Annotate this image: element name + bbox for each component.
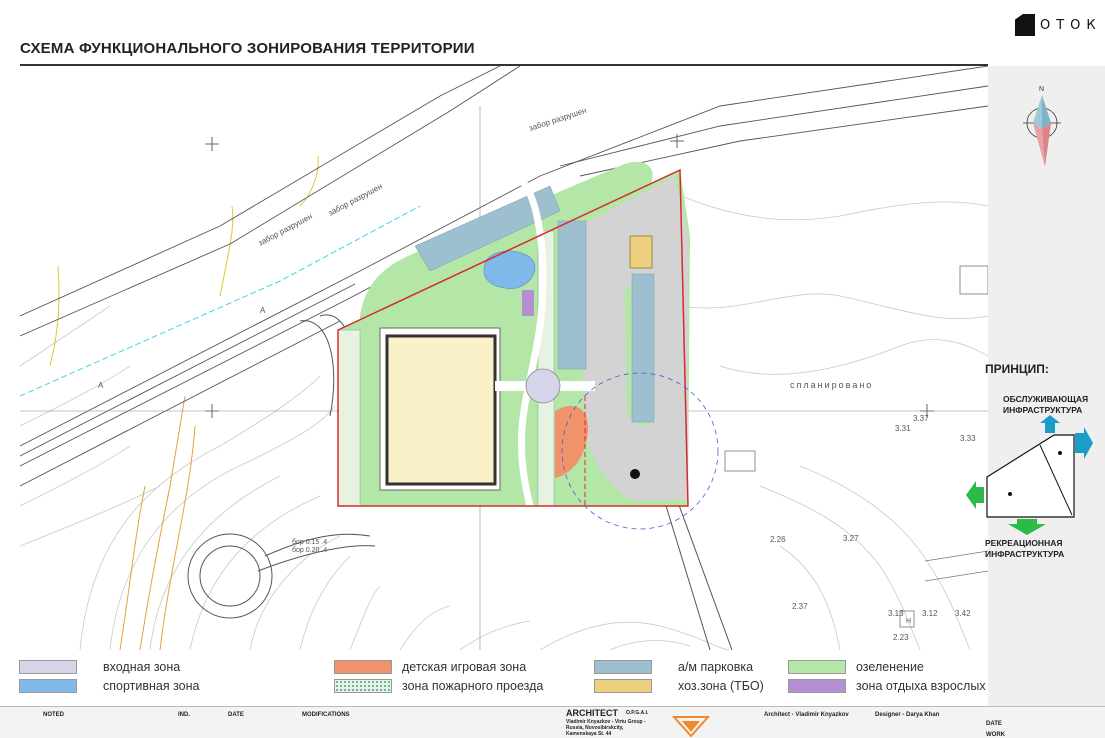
plan-level-7: 3.12 bbox=[922, 609, 938, 618]
title-block-date: DATE bbox=[228, 712, 244, 718]
plan-level-9: 2.37 bbox=[792, 602, 808, 611]
zone-parking-east bbox=[631, 273, 655, 423]
title-block-designer: Designer - Darya Khan bbox=[875, 712, 940, 718]
compass-north-label: N bbox=[1039, 86, 1044, 93]
plan-road-note-2: бор 0.20 .4 bbox=[292, 546, 327, 554]
legend-item: зона отдыха взрослых bbox=[788, 677, 986, 695]
legend-swatch bbox=[19, 679, 77, 693]
arrow-right-blue-icon bbox=[1075, 427, 1093, 459]
legend-label: зона пожарного проезда bbox=[402, 679, 544, 693]
legend-item: а/м парковка bbox=[594, 658, 753, 676]
zone-adult-rest bbox=[522, 290, 534, 316]
title-block-work-right: WORK bbox=[986, 732, 1005, 738]
plan-level-6: 3.13 bbox=[888, 609, 904, 618]
principle-recreation-label: РЕКРЕАЦИОННАЯ ИНФРАСТРУКТУРА bbox=[985, 538, 1064, 560]
principle-service-label: ОБСЛУЖИВАЮЩАЯ ИНФРАСТРУКТУРА bbox=[1003, 394, 1088, 416]
principle-service-label-line-1: ОБСЛУЖИВАЮЩАЯ bbox=[1003, 394, 1089, 404]
legend-label: хоз.зона (ТБО) bbox=[678, 679, 764, 693]
title-block-noted: NOTED bbox=[43, 712, 64, 718]
legend-item: спортивная зона bbox=[19, 677, 200, 695]
title-block-ind: IND. bbox=[178, 712, 190, 718]
legend-label: а/м парковка bbox=[678, 660, 754, 674]
legend-label: зона отдыха взрослых bbox=[856, 679, 986, 693]
logo-mark-icon bbox=[1015, 14, 1035, 36]
plan-level-2: 3.31 bbox=[895, 424, 911, 433]
plan-label-fence-3: забор разрушен bbox=[528, 106, 588, 133]
plan-label-planned: спланировано bbox=[790, 380, 873, 390]
arrow-down-green-icon bbox=[1008, 519, 1046, 535]
legend-item: хоз.зона (ТБО) bbox=[594, 677, 764, 695]
zone-sport-field bbox=[385, 334, 497, 486]
plan-label-fence-1: забор разрушен bbox=[257, 212, 314, 248]
legend-swatch bbox=[788, 660, 846, 674]
legend-swatch bbox=[594, 660, 652, 674]
zone-fire-lane-west bbox=[337, 329, 361, 507]
firm-logo-icon bbox=[672, 716, 710, 737]
legend-swatch bbox=[19, 660, 77, 674]
plan-mark-a1: А bbox=[98, 381, 104, 390]
title-block-architect-sub: O.P.G.A.I. bbox=[626, 710, 649, 716]
driveway bbox=[659, 485, 733, 650]
header: СХЕМА ФУНКЦИОНАЛЬНОГО ЗОНИРОВАНИЯ ТЕРРИТ… bbox=[0, 0, 1105, 66]
legend-label: входная зона bbox=[103, 660, 181, 674]
legend-swatch bbox=[334, 660, 392, 674]
title-block-modifications: MODIFICATIONS bbox=[302, 712, 350, 718]
legend-item: детская игровая зона bbox=[334, 658, 526, 676]
title-block-date-right: DATE bbox=[986, 721, 1002, 727]
plan-level-10: 2.23 bbox=[893, 633, 909, 642]
title-block: NOTED IND. DATE MODIFICATIONS ARCHITECT … bbox=[0, 706, 1105, 738]
principle-title: ПРИНЦИП: bbox=[985, 362, 1049, 376]
plan-level-8: 3.42 bbox=[955, 609, 971, 618]
legend-item: зона пожарного проезда bbox=[334, 677, 543, 695]
zone-waste bbox=[629, 235, 653, 269]
page-title: СХЕМА ФУНКЦИОНАЛЬНОГО ЗОНИРОВАНИЯ ТЕРРИТ… bbox=[20, 40, 475, 57]
title-block-architect-name: Architect - Vladimir Knyazkov bbox=[764, 712, 849, 718]
zone-parking-west bbox=[557, 220, 587, 370]
principle-diagram bbox=[966, 415, 1093, 535]
site-plan-drawing: забор разрушен забор разрушен забор разр… bbox=[20, 66, 988, 650]
plan-mark-h: Н bbox=[906, 618, 911, 625]
plan-road-note: бор 0.15 .4 bbox=[292, 538, 327, 546]
legend-swatch bbox=[594, 679, 652, 693]
waste-point-icon bbox=[630, 469, 640, 479]
legend-item: озеленение bbox=[788, 658, 924, 676]
zone-entrance bbox=[525, 368, 561, 404]
plan-level-5: 2.26 bbox=[770, 535, 786, 544]
plan-mark-a2: А bbox=[260, 306, 266, 315]
legend-swatch bbox=[788, 679, 846, 693]
logo-text: ОТОК bbox=[1040, 18, 1102, 33]
legend-swatch bbox=[334, 679, 392, 693]
brand-logo: ОТОК bbox=[1015, 14, 1096, 40]
legend: входная зона спортивная зона детская игр… bbox=[0, 650, 988, 706]
title-block-architect: ARCHITECT bbox=[566, 708, 618, 718]
arrow-up-blue-icon bbox=[1040, 415, 1060, 433]
site-plan: забор разрушен забор разрушен забор разр… bbox=[20, 66, 988, 650]
plan-level-1: 3.37 bbox=[913, 414, 929, 423]
building-outlines bbox=[724, 265, 988, 628]
plan-level-4: 3.27 bbox=[843, 534, 859, 543]
plan-label-fence-2: забор разрушен bbox=[327, 182, 384, 218]
principle-recreation-label-line-1: РЕКРЕАЦИОННАЯ bbox=[985, 538, 1063, 548]
title-block-architect-line-3: Kamenskaya St. 44 bbox=[566, 731, 612, 737]
legend-label: детская игровая зона bbox=[402, 660, 527, 674]
legend-label: озеленение bbox=[856, 660, 924, 674]
site-zones bbox=[337, 161, 719, 530]
compass-icon: N bbox=[1023, 86, 1061, 167]
legend-item: входная зона bbox=[19, 658, 180, 676]
legend-label: спортивная зона bbox=[103, 679, 200, 693]
principle-recreation-label-line-2: ИНФРАСТРУКТУРА bbox=[985, 549, 1065, 559]
arrow-left-green-icon bbox=[966, 481, 984, 509]
